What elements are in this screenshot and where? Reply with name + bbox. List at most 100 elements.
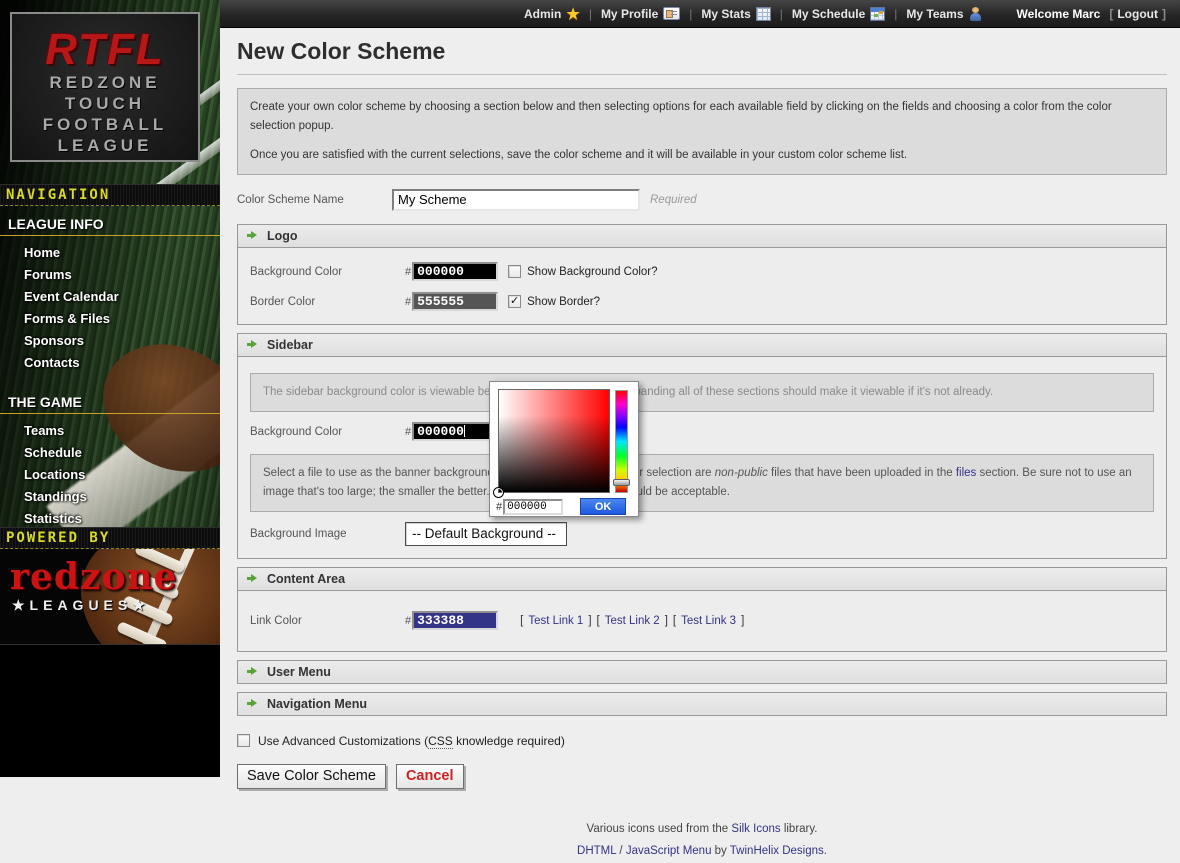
logo-border-color-field[interactable]: 555555	[412, 292, 498, 311]
show-background-color-checkbox[interactable]	[508, 265, 521, 278]
separator: |	[689, 7, 692, 21]
link-color-field[interactable]: 333388	[412, 611, 498, 630]
saturation-value-area[interactable]	[498, 389, 610, 493]
league-logo-line: FOOTBALL	[12, 114, 198, 135]
color-scheme-name-input[interactable]	[392, 189, 640, 211]
section-user-menu-title: User Menu	[267, 665, 331, 679]
hue-slider-handle[interactable]	[613, 479, 630, 486]
sidebar-item-contacts[interactable]: Contacts	[0, 352, 220, 374]
silk-icons-link[interactable]: Silk Icons	[731, 823, 780, 835]
background-image-select[interactable]: -- Default Background --	[405, 522, 567, 546]
cancel-button[interactable]: Cancel	[396, 764, 464, 789]
section-content-area-title: Content Area	[267, 572, 345, 586]
silk-icons-credit: Various icons used from the Silk Icons l…	[237, 819, 1167, 841]
non-public-emphasis: non-public	[715, 467, 768, 479]
show-background-color-label: Show Background Color?	[527, 266, 657, 278]
css-abbr: CSS	[428, 734, 453, 749]
test-link-3[interactable]: Test Link 3	[681, 615, 736, 627]
picker-cursor[interactable]	[493, 487, 504, 498]
color-picker-popup: # OK	[489, 381, 639, 517]
green-arrow-icon	[247, 231, 258, 240]
section-navigation-menu: Navigation Menu	[237, 692, 1167, 716]
twinhelix-designs-link[interactable]: TwinHelix Designs	[730, 845, 824, 857]
hash-sign: #	[405, 426, 411, 438]
bracket: ]	[1162, 7, 1166, 21]
save-color-scheme-button[interactable]: Save Color Scheme	[237, 764, 386, 789]
profile-card-icon	[663, 7, 680, 20]
page-title: New Color Scheme	[237, 38, 1167, 75]
sidebar-note: The sidebar background color is viewable…	[250, 373, 1154, 412]
calculator-icon	[756, 7, 771, 21]
test-link-2[interactable]: Test Link 2	[605, 615, 660, 627]
green-arrow-icon	[247, 340, 258, 349]
section-navigation-menu-header[interactable]: Navigation Menu	[238, 693, 1166, 715]
show-border-checkbox[interactable]: ✓	[508, 295, 521, 308]
sidebar-item-teams[interactable]: Teams	[0, 420, 220, 442]
bracket: [	[1109, 7, 1113, 21]
sidebar-item-locations[interactable]: Locations	[0, 464, 220, 486]
topbar-admin[interactable]: Admin ★	[524, 5, 580, 23]
league-logo: RTFL REDZONE TOUCH FOOTBALL LEAGUE	[10, 12, 200, 162]
sidebar: RTFL REDZONE TOUCH FOOTBALL LEAGUE NAVIG…	[0, 0, 220, 777]
section-content-area-header[interactable]: Content Area	[238, 568, 1166, 590]
test-link-1[interactable]: Test Link 1	[528, 615, 583, 627]
sidebar-bg-color-label: Background Color	[250, 426, 405, 438]
footer-credits: Various icons used from the Silk Icons l…	[237, 819, 1167, 863]
hue-slider[interactable]	[615, 390, 628, 493]
action-buttons: Save Color Scheme Cancel	[237, 764, 1167, 789]
text-caret	[464, 425, 465, 437]
sidebar-bg-color-field[interactable]: 000000	[412, 422, 498, 441]
league-logo-line: TOUCH	[12, 93, 198, 114]
sidebar-item-sponsors[interactable]: Sponsors	[0, 330, 220, 352]
sidebar-item-schedule[interactable]: Schedule	[0, 442, 220, 464]
sidebar-bg-color-value: 000000	[417, 424, 464, 439]
section-sidebar-body: The sidebar background color is viewable…	[238, 356, 1166, 558]
section-sidebar-header[interactable]: Sidebar	[238, 334, 1166, 356]
topbar-my-stats[interactable]: My Stats	[701, 7, 770, 21]
league-logo-acronym: RTFL	[12, 28, 198, 72]
files-link[interactable]: files	[956, 467, 976, 479]
sidebar-item-standings[interactable]: Standings	[0, 486, 220, 508]
hash-sign: #	[405, 615, 411, 627]
logout-link[interactable]: Logout	[1117, 7, 1158, 21]
section-content-area-body: Link Color # 333388 [ Test Link 1 ] [ Te…	[238, 590, 1166, 651]
topbar-my-profile[interactable]: My Profile	[601, 7, 680, 21]
topbar-my-teams[interactable]: My Teams	[906, 7, 981, 21]
redzone-leagues-logo: redzone ★LEAGUES★	[0, 549, 220, 645]
picker-hex-input[interactable]	[503, 499, 563, 515]
section-sidebar-title: Sidebar	[267, 338, 313, 352]
section-logo-body: Background Color # 000000 Show Backgroun…	[238, 247, 1166, 324]
separator: |	[780, 7, 783, 21]
topbar-my-schedule[interactable]: My Schedule	[792, 7, 885, 21]
calendar-icon	[870, 7, 885, 21]
color-scheme-name-row: Color Scheme Name Required	[237, 189, 1167, 211]
section-logo-header[interactable]: Logo	[238, 225, 1166, 247]
background-image-label: Background Image	[250, 528, 405, 540]
main-content: New Color Scheme Create your own color s…	[220, 28, 1180, 777]
logo-bg-color-field[interactable]: 000000	[412, 262, 498, 281]
brand-name: redzone	[10, 559, 178, 595]
twinhelix-credit: DHTML / JavaScript Menu by TwinHelix Des…	[237, 841, 1167, 863]
welcome-text: Welcome Marc	[1017, 7, 1101, 21]
sidebar-item-forms-files[interactable]: Forms & Files	[0, 308, 220, 330]
javascript-menu-link[interactable]: JavaScript Menu	[626, 845, 712, 857]
section-content-area: Content Area Link Color # 333388 [ Test …	[237, 567, 1167, 652]
powered-by-banner: POWERED BY	[0, 527, 220, 549]
logo-bg-color-label: Background Color	[250, 266, 405, 278]
sidebar-nav: LEAGUE INFO Home Forums Event Calendar F…	[0, 210, 220, 530]
color-scheme-name-label: Color Scheme Name	[237, 194, 392, 206]
intro-paragraph-1: Create your own color scheme by choosing…	[250, 98, 1154, 136]
required-note: Required	[650, 194, 697, 206]
section-logo: Logo Background Color # 000000 Show Back…	[237, 224, 1167, 325]
section-user-menu-header[interactable]: User Menu	[238, 661, 1166, 683]
use-advanced-customizations-checkbox[interactable]	[237, 734, 250, 747]
picker-ok-button[interactable]: OK	[580, 498, 626, 515]
link-color-label: Link Color	[250, 615, 405, 627]
test-links: [ Test Link 1 ] [ Test Link 2 ] [ Test L…	[520, 615, 744, 627]
sidebar-item-forums[interactable]: Forums	[0, 264, 220, 286]
sidebar-item-event-calendar[interactable]: Event Calendar	[0, 286, 220, 308]
topbar-my-stats-label: My Stats	[701, 7, 750, 21]
dhtml-link[interactable]: DHTML	[577, 845, 616, 857]
sidebar-item-home[interactable]: Home	[0, 242, 220, 264]
section-user-menu: User Menu	[237, 660, 1167, 684]
